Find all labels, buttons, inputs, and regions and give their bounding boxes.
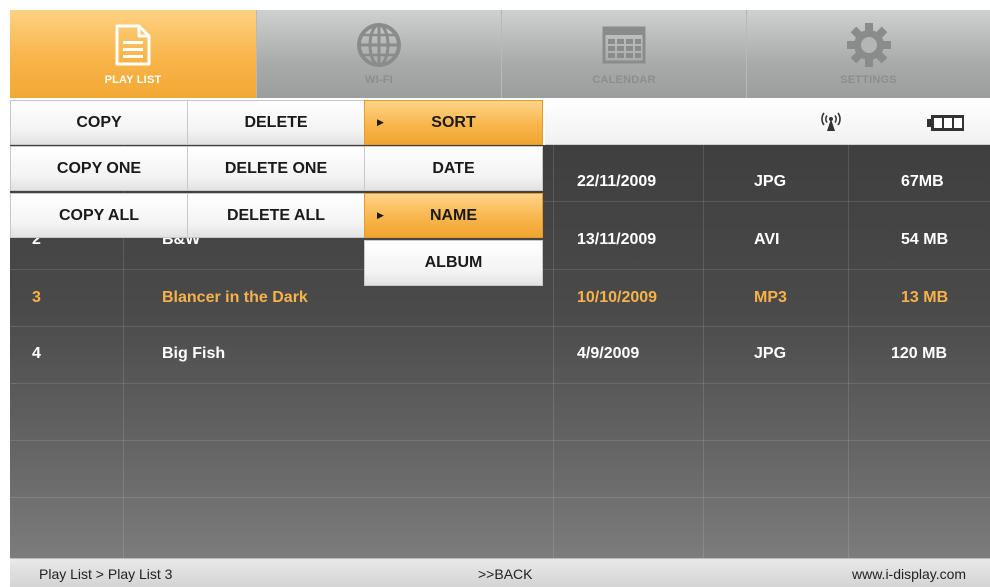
- sort-label: SORT: [431, 113, 476, 131]
- delete-one-button[interactable]: DELETE ONE: [187, 146, 365, 191]
- tab-settings[interactable]: SETTINGS: [747, 10, 990, 98]
- copy-label: COPY: [76, 113, 122, 131]
- divider: [10, 497, 990, 498]
- arrow-right-icon: ▶: [377, 210, 384, 220]
- row-type: JPG: [754, 345, 787, 362]
- copy-menu[interactable]: COPY: [10, 100, 188, 145]
- row-size: 13 MB: [901, 289, 949, 306]
- delete-all-button[interactable]: DELETE ALL: [187, 193, 365, 238]
- copy-all-button[interactable]: COPY ALL: [10, 193, 188, 238]
- sort-option-label: NAME: [429, 206, 478, 224]
- row-type: JPG: [754, 173, 787, 190]
- footer-bar: Play List > Play List 3 >>BACK www.i-dis…: [10, 558, 990, 587]
- divider: [10, 440, 990, 441]
- delete-one-label: DELETE ONE: [224, 159, 328, 177]
- tab-label: CALENDAR: [592, 74, 656, 86]
- tab-label: PLAY LIST: [104, 74, 162, 86]
- row-date: 10/10/2009: [577, 289, 658, 306]
- delete-label: DELETE: [244, 113, 308, 131]
- row-size: 67MB: [901, 173, 944, 190]
- divider: [10, 326, 990, 327]
- battery-icon: [927, 115, 965, 136]
- back-button[interactable]: >>BACK: [478, 566, 532, 582]
- sort-date-option[interactable]: DATE: [364, 146, 543, 191]
- sort-menu[interactable]: ▶ SORT: [364, 100, 543, 145]
- copy-one-label: COPY ONE: [56, 159, 142, 177]
- arrow-right-icon: ▶: [377, 117, 384, 127]
- delete-menu[interactable]: DELETE: [187, 100, 365, 145]
- row-size: 54 MB: [901, 231, 949, 248]
- playlist-icon: [113, 22, 153, 68]
- status-area: [545, 100, 990, 145]
- calendar-icon: [602, 22, 646, 68]
- tab-playlist[interactable]: PLAY LIST: [10, 10, 257, 98]
- signal-icon: [820, 110, 842, 137]
- sort-album-option[interactable]: ALBUM: [364, 240, 543, 286]
- globe-icon: [356, 22, 402, 68]
- row-number: 3: [32, 289, 41, 306]
- tab-label: WI-FI: [365, 74, 393, 86]
- sort-name-option[interactable]: ▶ NAME: [364, 193, 543, 238]
- delete-all-label: DELETE ALL: [226, 206, 326, 224]
- row-size: 120 MB: [891, 345, 948, 362]
- row-type: MP3: [754, 289, 787, 306]
- sort-option-label: ALBUM: [424, 254, 483, 271]
- copy-all-label: COPY ALL: [58, 206, 139, 224]
- sort-option-label: DATE: [432, 159, 475, 177]
- tab-label: SETTINGS: [840, 74, 897, 86]
- row-number: 4: [32, 345, 41, 362]
- row-type: AVI: [754, 231, 780, 248]
- gear-icon: [846, 22, 892, 68]
- row-date: 13/11/2009: [577, 231, 657, 248]
- copy-one-button[interactable]: COPY ONE: [10, 146, 188, 191]
- row-date: 4/9/2009: [577, 345, 640, 362]
- website-link[interactable]: www.i-display.com: [852, 566, 966, 582]
- row-title: Big Fish: [162, 345, 226, 362]
- tab-wifi[interactable]: WI-FI: [257, 10, 502, 98]
- divider: [10, 383, 990, 384]
- breadcrumb[interactable]: Play List > Play List 3: [39, 566, 172, 582]
- tab-bar: PLAY LIST WI-FI CALENDAR SETTINGS: [10, 10, 990, 98]
- row-date: 22/11/2009: [577, 173, 657, 190]
- tab-calendar[interactable]: CALENDAR: [502, 10, 747, 98]
- row-title: Blancer in the Dark: [162, 289, 308, 306]
